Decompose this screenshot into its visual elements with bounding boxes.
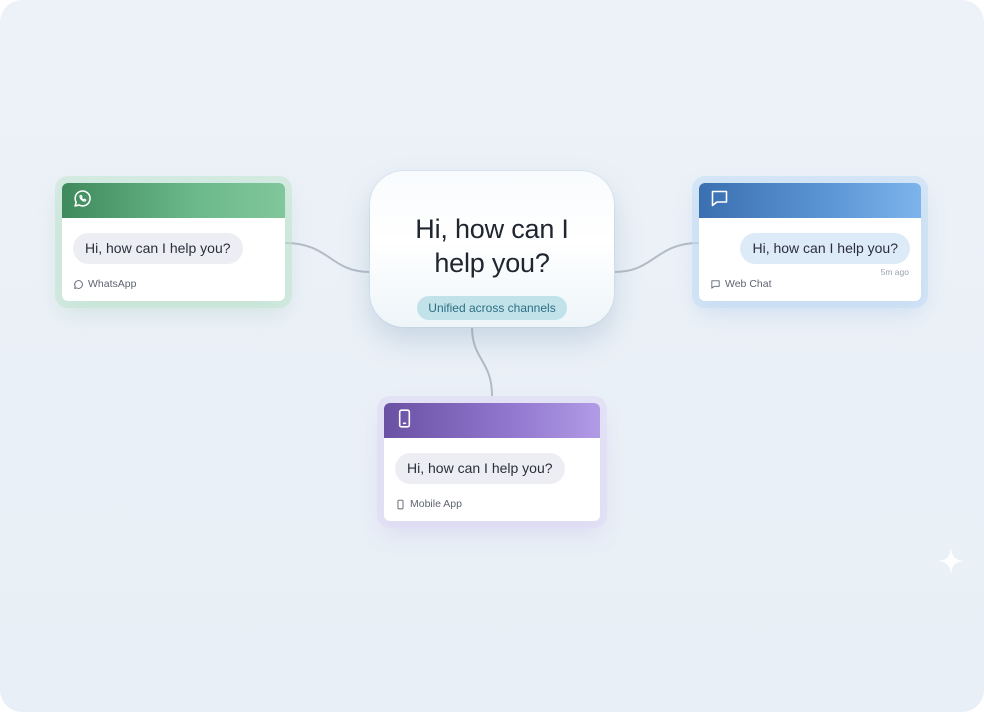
channel-label-text: WhatsApp — [88, 278, 137, 290]
channel-label-text: Mobile App — [410, 498, 462, 510]
canvas: Hi, how can I help you? WhatsApp Hi, how… — [0, 0, 984, 712]
hub-title-line-2: help you? — [434, 248, 550, 278]
channel-label: Mobile App — [395, 498, 462, 510]
unified-badge: Unified across channels — [417, 296, 567, 320]
hub-title: Hi, how can I help you? — [370, 212, 614, 280]
channel-label-text: Web Chat — [725, 278, 772, 290]
chat-bubble-icon — [709, 188, 730, 214]
whatsapp-card-header — [62, 183, 285, 218]
hub-title-line-1: Hi, how can I — [415, 214, 569, 244]
whatsapp-channel-card[interactable]: Hi, how can I help you? WhatsApp — [62, 183, 285, 301]
mobile-card-header — [384, 403, 600, 438]
channel-label: Web Chat — [710, 278, 772, 290]
whatsapp-small-icon — [74, 279, 83, 289]
webchat-channel-card[interactable]: Hi, how can I help you? 5m ago Web Chat — [699, 183, 921, 301]
connector-webchat — [613, 242, 700, 273]
message-bubble: Hi, how can I help you? — [395, 453, 565, 484]
connector-mobile — [471, 326, 493, 397]
whatsapp-icon — [72, 188, 93, 214]
message-bubble: Hi, how can I help you? — [740, 233, 910, 264]
webchat-card-body: Hi, how can I help you? 5m ago Web Chat — [699, 218, 921, 301]
mobile-card-body: Hi, how can I help you? Mobile App — [384, 438, 600, 521]
smartphone-small-icon — [397, 499, 404, 509]
connector-lines — [284, 242, 700, 397]
unified-message-hub: Hi, how can I help you? Unified across c… — [370, 171, 614, 327]
whatsapp-card-body: Hi, how can I help you? WhatsApp — [62, 218, 285, 301]
chat-small-icon — [711, 279, 720, 289]
message-timestamp: 5m ago — [880, 267, 909, 277]
message-bubble: Hi, how can I help you? — [73, 233, 243, 264]
mobile-app-channel-card[interactable]: Hi, how can I help you? Mobile App — [384, 403, 600, 521]
sparkle-icon — [937, 547, 965, 575]
connector-whatsapp — [284, 242, 371, 273]
smartphone-icon — [394, 408, 415, 434]
webchat-card-header — [699, 183, 921, 218]
channel-label: WhatsApp — [73, 278, 136, 290]
